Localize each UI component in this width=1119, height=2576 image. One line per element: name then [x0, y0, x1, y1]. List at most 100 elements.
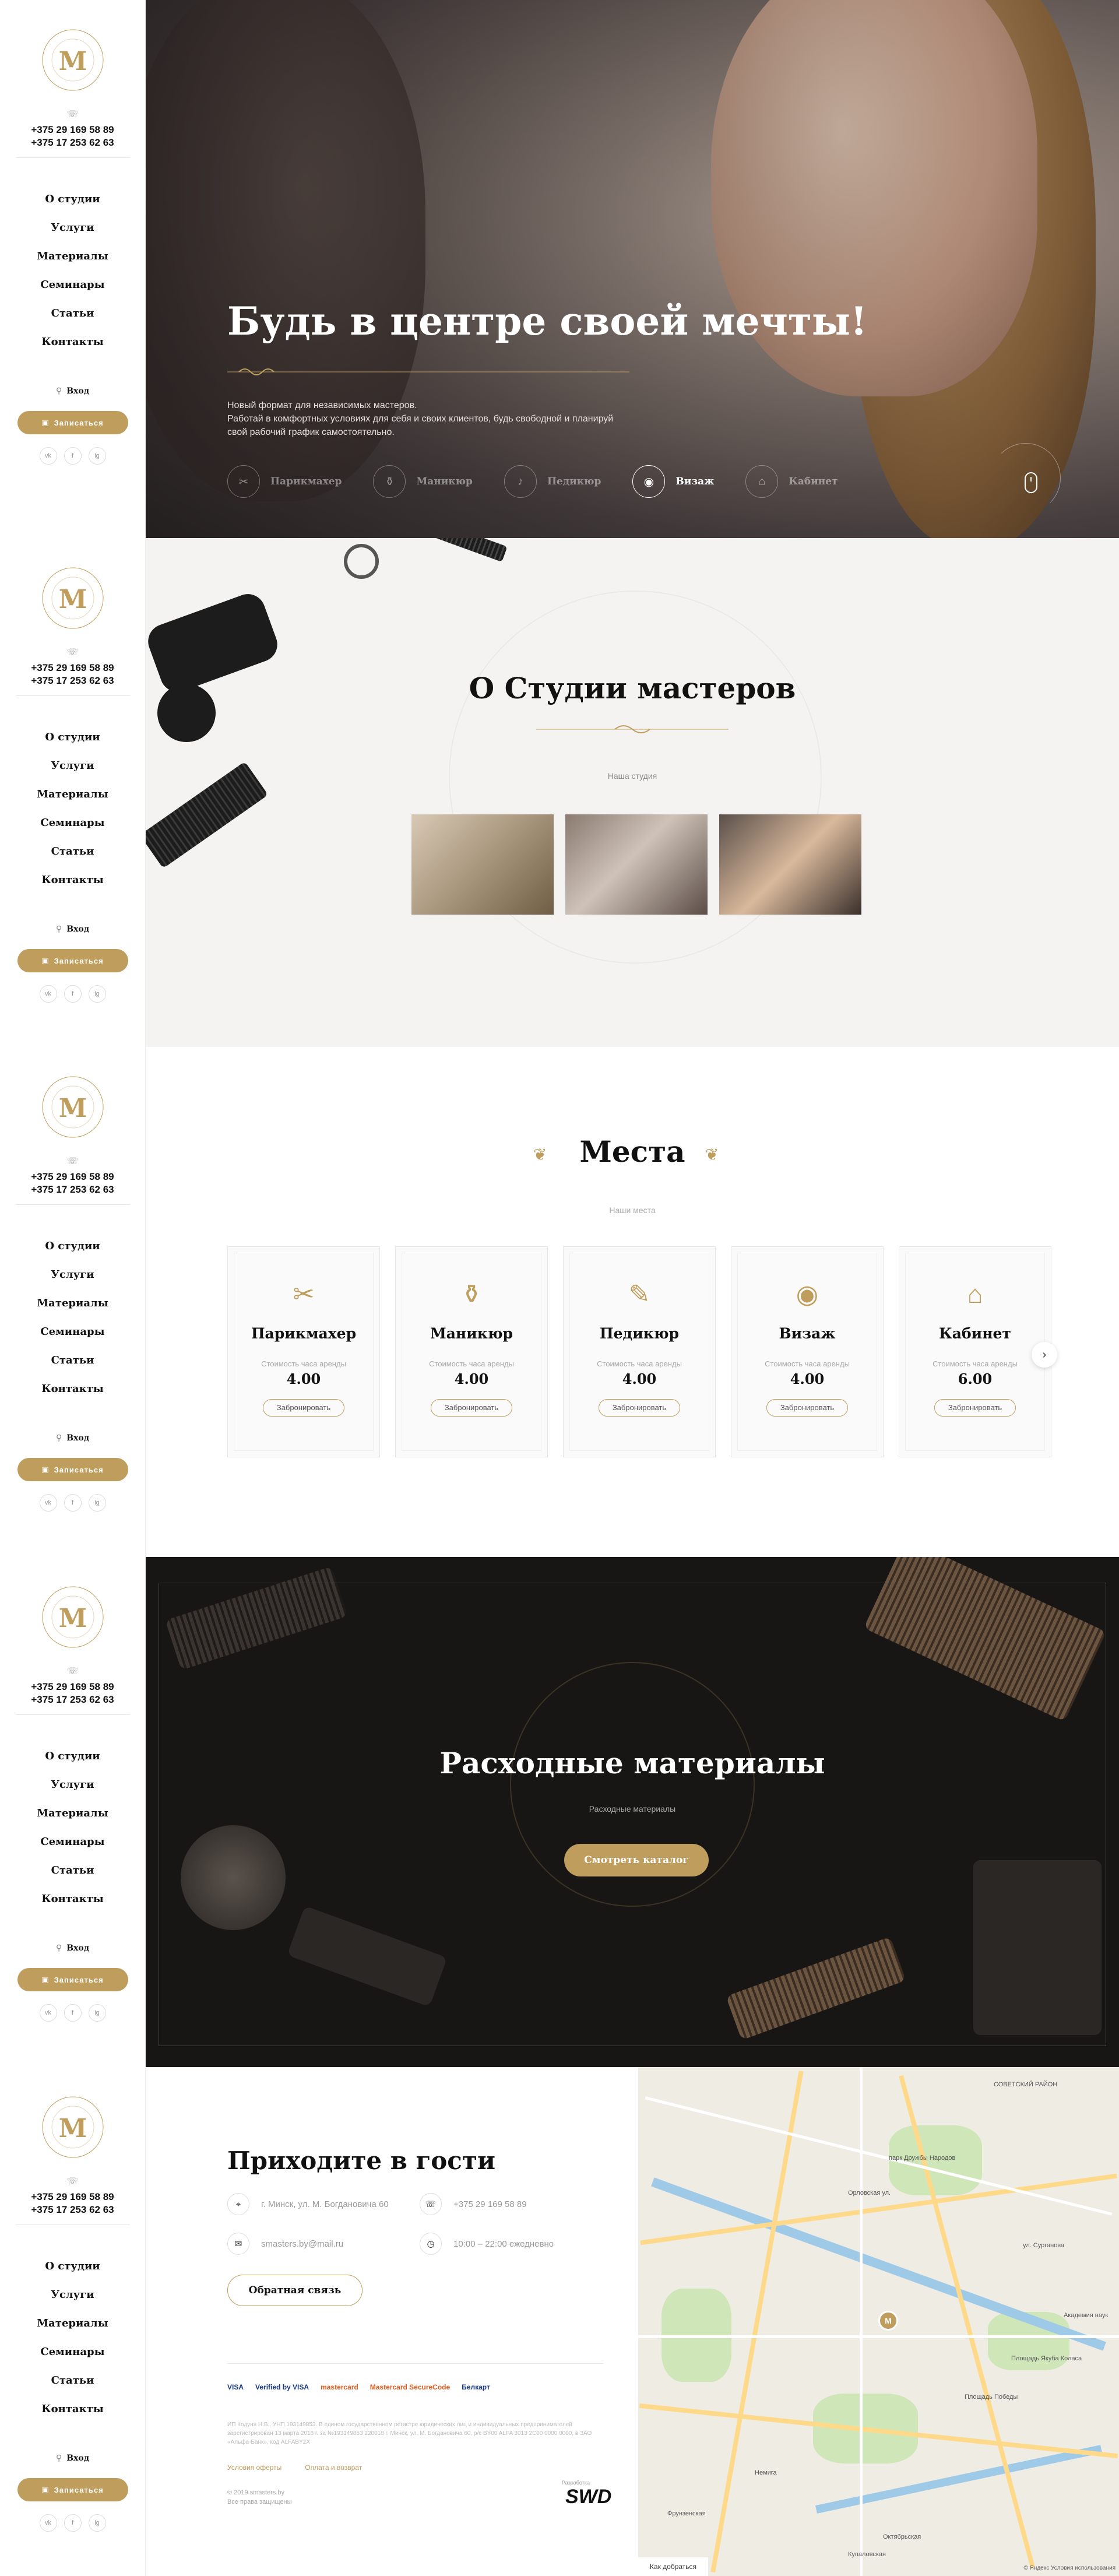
book-place-button[interactable]: Забронировать: [263, 1399, 344, 1417]
vk-icon[interactable]: vk: [39, 2514, 57, 2532]
phone-1[interactable]: +375 29 169 58 89: [0, 2191, 145, 2204]
phone-2[interactable]: +375 17 253 62 63: [0, 136, 145, 149]
nav-item-seminars[interactable]: Семинары: [0, 809, 145, 837]
studio-logo[interactable]: М: [41, 566, 105, 630]
book-button[interactable]: ▣ Записаться: [17, 411, 128, 434]
phone-1[interactable]: +375 29 169 58 89: [0, 1681, 145, 1693]
vk-icon[interactable]: vk: [39, 2004, 57, 2022]
nav-item-services[interactable]: Услуги: [0, 1770, 145, 1799]
place-card-hairdresser[interactable]: ✂ Парикмахер Стоимость часа аренды 4.00 …: [227, 1246, 380, 1457]
nav-item-materials[interactable]: Материалы: [0, 780, 145, 809]
studio-logo[interactable]: М: [41, 1585, 105, 1649]
nav-item-services[interactable]: Услуги: [0, 213, 145, 242]
nav-item-about[interactable]: О студии: [0, 723, 145, 751]
login-link[interactable]: ⚲ Вход: [0, 925, 145, 934]
nav-item-articles[interactable]: Статьи: [0, 299, 145, 328]
location-pin-icon[interactable]: М: [878, 2311, 898, 2331]
vk-icon[interactable]: vk: [39, 447, 57, 465]
nav-item-contacts[interactable]: Контакты: [0, 866, 145, 894]
nav-item-seminars[interactable]: Семинары: [0, 1317, 145, 1346]
nav-item-seminars[interactable]: Семинары: [0, 1828, 145, 1856]
map[interactable]: СОВЕТСКИЙ РАЙОН Орловская ул. парк Дружб…: [638, 2067, 1119, 2576]
facebook-icon[interactable]: f: [64, 2514, 82, 2532]
book-button[interactable]: ▣ Записаться: [17, 1968, 128, 1991]
hero-category-makeup[interactable]: ◉ Визаж: [632, 465, 714, 498]
nav-item-services[interactable]: Услуги: [0, 751, 145, 780]
nav-item-seminars[interactable]: Семинары: [0, 270, 145, 299]
book-place-button[interactable]: Забронировать: [431, 1399, 512, 1417]
place-card-makeup[interactable]: ◉ Визаж Стоимость часа аренды 4.00 Забро…: [731, 1246, 884, 1457]
nav-item-materials[interactable]: Материалы: [0, 242, 145, 270]
nav-item-materials[interactable]: Материалы: [0, 1799, 145, 1828]
book-place-button[interactable]: Забронировать: [934, 1399, 1016, 1417]
instagram-icon[interactable]: ig: [88, 2004, 106, 2022]
hero-category-manicure[interactable]: ⚱ Маникюр: [373, 465, 473, 498]
phone-2[interactable]: +375 17 253 62 63: [0, 1693, 145, 1706]
nav-item-articles[interactable]: Статьи: [0, 1346, 145, 1375]
gallery-image-massage[interactable]: [565, 814, 708, 915]
book-place-button[interactable]: Забронировать: [766, 1399, 848, 1417]
developer-logo[interactable]: SWD: [565, 2486, 611, 2508]
nav-item-materials[interactable]: Материалы: [0, 2309, 145, 2338]
facebook-icon[interactable]: f: [64, 1494, 82, 1512]
nav-item-materials[interactable]: Материалы: [0, 1289, 145, 1317]
hero-category-pedicure[interactable]: ♪ Педикюр: [504, 465, 601, 498]
nav-item-about[interactable]: О студии: [0, 2252, 145, 2280]
login-link[interactable]: ⚲ Вход: [0, 386, 145, 396]
phone-1[interactable]: +375 29 169 58 89: [0, 662, 145, 674]
vk-icon[interactable]: vk: [39, 985, 57, 1003]
phone-2[interactable]: +375 17 253 62 63: [0, 1183, 145, 1196]
nav-item-about[interactable]: О студии: [0, 1742, 145, 1770]
instagram-icon[interactable]: ig: [88, 2514, 106, 2532]
nav-item-services[interactable]: Услуги: [0, 2280, 145, 2309]
login-link[interactable]: ⚲ Вход: [0, 1944, 145, 1953]
studio-logo[interactable]: М: [41, 2095, 105, 2159]
login-link[interactable]: ⚲ Вход: [0, 2454, 145, 2463]
gallery-image-manicure[interactable]: [411, 814, 554, 915]
hero-category-cabinet[interactable]: ⌂ Кабинет: [745, 465, 838, 498]
instagram-icon[interactable]: ig: [88, 447, 106, 465]
phone-2[interactable]: +375 17 253 62 63: [0, 2204, 145, 2216]
nav-item-contacts[interactable]: Контакты: [0, 2395, 145, 2423]
nav-item-seminars[interactable]: Семинары: [0, 2338, 145, 2366]
studio-logo[interactable]: М: [41, 28, 105, 92]
map-attribution[interactable]: © Яндекс Условия использования: [1023, 2565, 1116, 2571]
phone-1[interactable]: +375 29 169 58 89: [0, 1171, 145, 1183]
offer-terms-link[interactable]: Условия оферты: [227, 2463, 281, 2472]
nav-item-articles[interactable]: Статьи: [0, 837, 145, 866]
nav-item-contacts[interactable]: Контакты: [0, 1885, 145, 1913]
book-button[interactable]: ▣ Записаться: [17, 2478, 128, 2501]
book-button[interactable]: ▣ Записаться: [17, 949, 128, 972]
payment-refund-link[interactable]: Оплата и возврат: [305, 2463, 362, 2472]
place-card-manicure[interactable]: ⚱ Маникюр Стоимость часа аренды 4.00 Заб…: [395, 1246, 548, 1457]
email-text[interactable]: smasters.by@mail.ru: [261, 2239, 343, 2249]
hero-category-hairdresser[interactable]: ✂ Парикмахер: [227, 465, 342, 498]
gallery-image-makeup[interactable]: [719, 814, 861, 915]
facebook-icon[interactable]: f: [64, 447, 82, 465]
place-card-pedicure[interactable]: ✎ Педикюр Стоимость часа аренды 4.00 Заб…: [563, 1246, 716, 1457]
nav-item-contacts[interactable]: Контакты: [0, 328, 145, 356]
phone-1[interactable]: +375 29 169 58 89: [0, 124, 145, 136]
studio-logo[interactable]: М: [41, 1075, 105, 1139]
facebook-icon[interactable]: f: [64, 2004, 82, 2022]
nav-item-articles[interactable]: Статьи: [0, 1856, 145, 1885]
instagram-icon[interactable]: ig: [88, 1494, 106, 1512]
scroll-down-icon[interactable]: [1025, 472, 1037, 493]
nav-item-about[interactable]: О студии: [0, 185, 145, 213]
book-place-button[interactable]: Забронировать: [599, 1399, 680, 1417]
vk-icon[interactable]: vk: [39, 1494, 57, 1512]
place-card-cabinet[interactable]: ⌂ Кабинет Стоимость часа аренды 6.00 Заб…: [899, 1246, 1051, 1457]
nav-item-services[interactable]: Услуги: [0, 1260, 145, 1289]
route-button[interactable]: Как добраться: [638, 2557, 708, 2576]
facebook-icon[interactable]: f: [64, 985, 82, 1003]
nav-item-contacts[interactable]: Контакты: [0, 1375, 145, 1403]
view-catalog-button[interactable]: Смотреть каталог: [564, 1844, 709, 1876]
book-button[interactable]: ▣ Записаться: [17, 1458, 128, 1481]
phone-2[interactable]: +375 17 253 62 63: [0, 674, 145, 687]
feedback-button[interactable]: Обратная связь: [227, 2275, 363, 2306]
nav-item-about[interactable]: О студии: [0, 1232, 145, 1260]
nav-item-articles[interactable]: Статьи: [0, 2366, 145, 2395]
carousel-next-icon[interactable]: ›: [1032, 1342, 1057, 1368]
phone-text[interactable]: +375 29 169 58 89: [453, 2199, 527, 2209]
login-link[interactable]: ⚲ Вход: [0, 1433, 145, 1443]
